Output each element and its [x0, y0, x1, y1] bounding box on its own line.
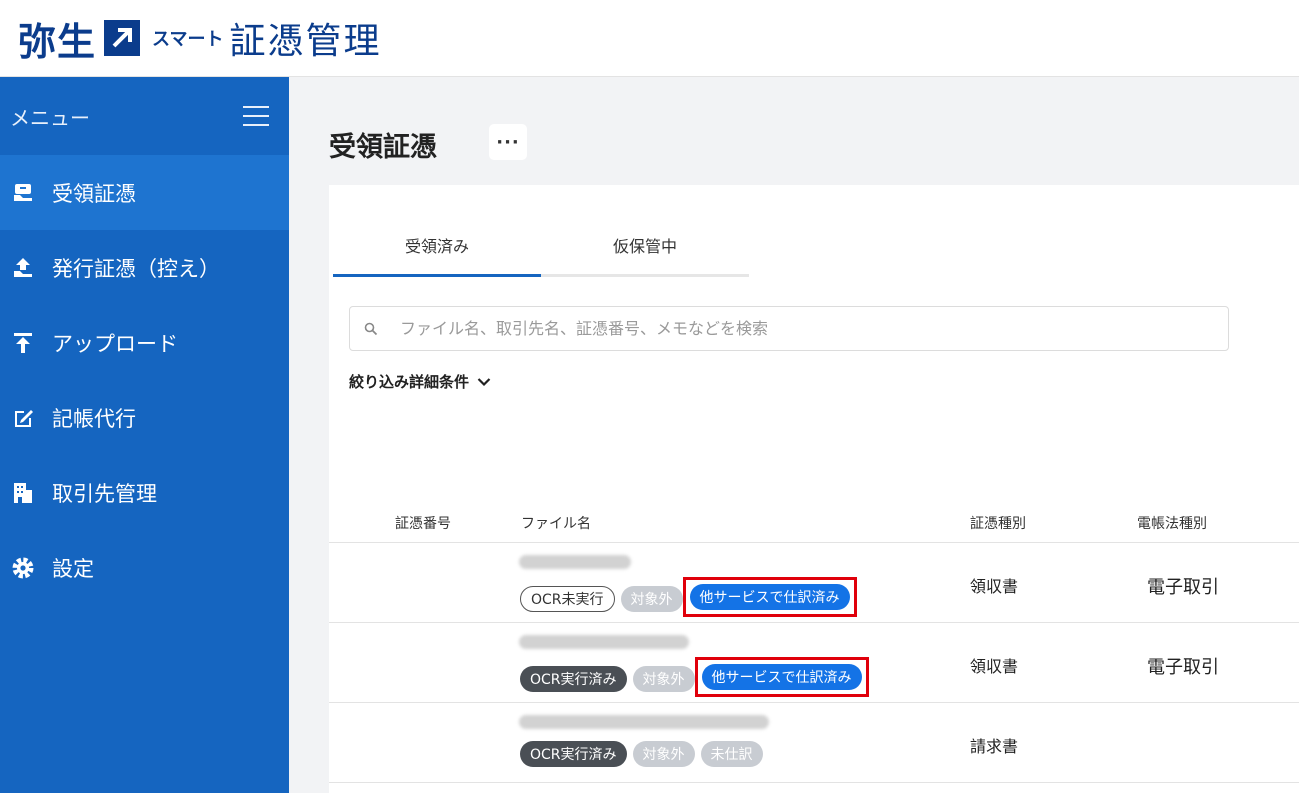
brand-logo: 弥生 [18, 19, 97, 64]
sidebar-item-issued[interactable]: 発行証憑（控え） [0, 230, 289, 305]
sidebar: メニュー 受領証憑 発行証憑（控え） アップロード 記帳代行 取引先管理 設定 [0, 77, 289, 793]
tab-temporary[interactable]: 仮保管中 [541, 215, 749, 277]
sidebar-item-bookkeeping[interactable]: 記帳代行 [0, 380, 289, 455]
gear-icon [10, 555, 36, 581]
file-name-blurred[interactable] [519, 555, 631, 569]
sidebar-item-label: 記帳代行 [52, 406, 136, 431]
receipt-hand-icon [10, 180, 36, 206]
scope-badge: 対象外 [620, 586, 683, 612]
filter-toggle[interactable]: 絞り込み詳細条件 [349, 371, 491, 392]
brand-smart: スマート [152, 29, 224, 50]
highlight-box: 他サービスで仕訳済み [694, 657, 869, 697]
main-content: 受領証憑 ··· 受領済み 仮保管中 絞り込み詳細条件 証憑番号 ファイル名 証… [289, 77, 1299, 793]
journal-status-badge: 他サービスで仕訳済み [689, 584, 850, 610]
search-box [349, 306, 1229, 351]
journal-status-badge: 他サービスで仕訳済み [701, 664, 862, 690]
hamburger-icon[interactable] [243, 106, 269, 126]
menu-label: メニュー [10, 105, 90, 130]
sidebar-item-settings[interactable]: 設定 [0, 530, 289, 605]
upload-arrow-icon [10, 330, 36, 356]
column-header-voucher-type[interactable]: 証憑種別 [970, 513, 1026, 533]
voucher-type-cell: 領収書 [970, 577, 1019, 596]
sidebar-item-partners[interactable]: 取引先管理 [0, 455, 289, 530]
file-name-blurred[interactable] [519, 715, 769, 729]
status-tags: OCR実行済み 対象外 未仕訳 [520, 741, 769, 767]
filter-label: 絞り込み詳細条件 [349, 373, 470, 391]
tab-bar: 受領済み 仮保管中 [333, 215, 749, 277]
voucher-type-cell: 領収書 [970, 657, 1019, 676]
status-tags: OCR実行済み 対象外 他サービスで仕訳済み [520, 657, 869, 697]
search-icon [364, 322, 378, 335]
etype-cell: 電子取引 [1147, 577, 1219, 598]
sidebar-item-label: 設定 [52, 556, 94, 581]
journal-status-badge: 未仕訳 [700, 741, 763, 767]
sidebar-item-received[interactable]: 受領証憑 [0, 155, 289, 230]
tab-received[interactable]: 受領済み [333, 215, 541, 277]
app-header: 弥生 スマート 証憑管理 [0, 0, 1299, 77]
table-row[interactable]: OCR実行済み 対象外 未仕訳 請求書 [329, 703, 1299, 783]
ocr-status-badge: OCR実行済み [520, 741, 627, 767]
issue-upload-icon [10, 255, 36, 281]
table-row[interactable]: OCR未実行 対象外 他サービスで仕訳済み 領収書 電子取引 [329, 543, 1299, 623]
sidebar-item-label: アップロード [52, 331, 178, 356]
column-header-etype[interactable]: 電帳法種別 [1137, 513, 1207, 533]
status-tags: OCR未実行 対象外 他サービスで仕訳済み [520, 577, 857, 617]
highlight-box: 他サービスで仕訳済み [682, 577, 857, 617]
page-title: 受領証憑 [329, 132, 437, 163]
file-name-blurred[interactable] [519, 635, 689, 649]
search-input[interactable] [400, 319, 1200, 338]
table-header: 証憑番号 ファイル名 証憑種別 電帳法種別 [329, 507, 1299, 543]
product-name: 証憑管理 [229, 21, 382, 62]
etype-cell: 電子取引 [1147, 657, 1219, 678]
ocr-status-badge: OCR実行済み [520, 666, 627, 692]
sidebar-item-label: 取引先管理 [52, 481, 157, 506]
edit-check-icon [10, 405, 36, 431]
sidebar-item-label: 受領証憑 [52, 181, 136, 206]
scope-badge: 対象外 [632, 666, 695, 692]
sidebar-item-upload[interactable]: アップロード [0, 305, 289, 380]
column-header-voucher-number[interactable]: 証憑番号 [395, 513, 451, 533]
chevron-down-icon [477, 377, 491, 386]
content-panel: 受領済み 仮保管中 絞り込み詳細条件 証憑番号 ファイル名 証憑種別 電帳法種別… [329, 185, 1299, 793]
more-options-button[interactable]: ··· [489, 124, 527, 160]
table-row[interactable]: OCR実行済み 対象外 他サービスで仕訳済み 領収書 電子取引 [329, 623, 1299, 703]
brand-arrow-icon [104, 20, 141, 56]
sidebar-item-label: 発行証憑（控え） [52, 256, 220, 281]
scope-badge: 対象外 [632, 741, 695, 767]
building-icon [10, 480, 36, 506]
voucher-type-cell: 請求書 [970, 737, 1019, 756]
column-header-file-name[interactable]: ファイル名 [521, 513, 591, 533]
menu-header: メニュー [0, 77, 289, 155]
ocr-status-badge: OCR未実行 [520, 586, 615, 612]
